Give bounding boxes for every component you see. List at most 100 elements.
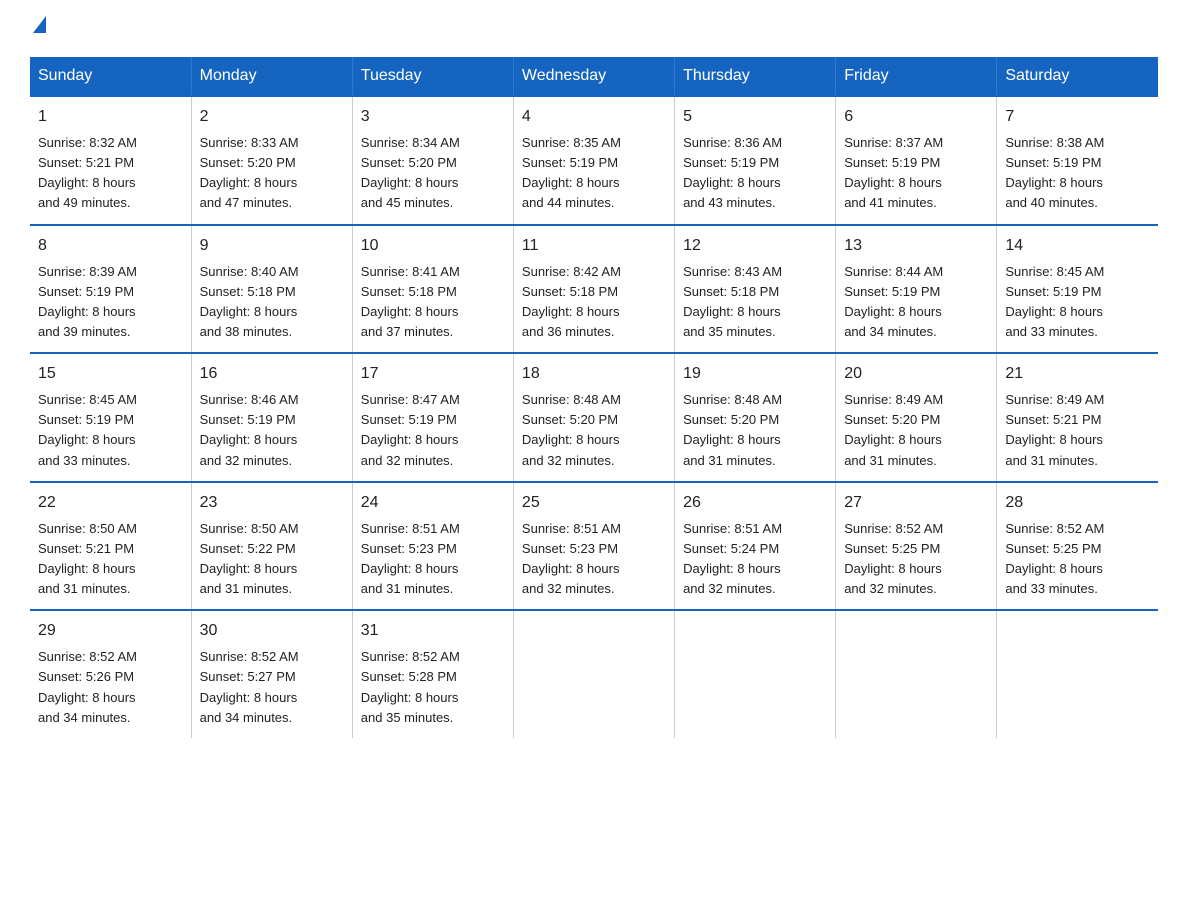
day-info: Sunrise: 8:51 AMSunset: 5:23 PMDaylight:…: [361, 519, 505, 600]
calendar-cell: [997, 610, 1158, 738]
weekday-header-tuesday: Tuesday: [352, 57, 513, 96]
day-number: 19: [683, 362, 827, 386]
calendar-cell: 26 Sunrise: 8:51 AMSunset: 5:24 PMDaylig…: [675, 482, 836, 611]
day-info: Sunrise: 8:52 AMSunset: 5:27 PMDaylight:…: [200, 647, 344, 728]
day-number: 7: [1005, 105, 1150, 129]
page-header: [30, 20, 1158, 37]
day-info: Sunrise: 8:34 AMSunset: 5:20 PMDaylight:…: [361, 133, 505, 214]
day-number: 9: [200, 234, 344, 258]
day-info: Sunrise: 8:37 AMSunset: 5:19 PMDaylight:…: [844, 133, 988, 214]
calendar-cell: [836, 610, 997, 738]
weekday-header-monday: Monday: [191, 57, 352, 96]
calendar-cell: 10 Sunrise: 8:41 AMSunset: 5:18 PMDaylig…: [352, 225, 513, 354]
calendar-week-row: 1 Sunrise: 8:32 AMSunset: 5:21 PMDayligh…: [30, 96, 1158, 225]
day-info: Sunrise: 8:44 AMSunset: 5:19 PMDaylight:…: [844, 262, 988, 343]
day-number: 21: [1005, 362, 1150, 386]
calendar-cell: 9 Sunrise: 8:40 AMSunset: 5:18 PMDayligh…: [191, 225, 352, 354]
logo-triangle-icon: [33, 16, 46, 33]
day-info: Sunrise: 8:47 AMSunset: 5:19 PMDaylight:…: [361, 390, 505, 471]
calendar-table: SundayMondayTuesdayWednesdayThursdayFrid…: [30, 57, 1158, 738]
weekday-header-wednesday: Wednesday: [513, 57, 674, 96]
day-info: Sunrise: 8:51 AMSunset: 5:24 PMDaylight:…: [683, 519, 827, 600]
calendar-cell: 27 Sunrise: 8:52 AMSunset: 5:25 PMDaylig…: [836, 482, 997, 611]
day-number: 24: [361, 491, 505, 515]
day-info: Sunrise: 8:36 AMSunset: 5:19 PMDaylight:…: [683, 133, 827, 214]
calendar-cell: 14 Sunrise: 8:45 AMSunset: 5:19 PMDaylig…: [997, 225, 1158, 354]
day-info: Sunrise: 8:35 AMSunset: 5:19 PMDaylight:…: [522, 133, 666, 214]
day-number: 13: [844, 234, 988, 258]
calendar-week-row: 22 Sunrise: 8:50 AMSunset: 5:21 PMDaylig…: [30, 482, 1158, 611]
logo: [30, 20, 46, 37]
day-info: Sunrise: 8:41 AMSunset: 5:18 PMDaylight:…: [361, 262, 505, 343]
calendar-cell: 22 Sunrise: 8:50 AMSunset: 5:21 PMDaylig…: [30, 482, 191, 611]
day-number: 11: [522, 234, 666, 258]
calendar-cell: 11 Sunrise: 8:42 AMSunset: 5:18 PMDaylig…: [513, 225, 674, 354]
day-number: 8: [38, 234, 183, 258]
day-info: Sunrise: 8:48 AMSunset: 5:20 PMDaylight:…: [683, 390, 827, 471]
day-number: 2: [200, 105, 344, 129]
calendar-cell: 23 Sunrise: 8:50 AMSunset: 5:22 PMDaylig…: [191, 482, 352, 611]
day-info: Sunrise: 8:51 AMSunset: 5:23 PMDaylight:…: [522, 519, 666, 600]
day-number: 26: [683, 491, 827, 515]
day-number: 17: [361, 362, 505, 386]
day-info: Sunrise: 8:46 AMSunset: 5:19 PMDaylight:…: [200, 390, 344, 471]
day-number: 14: [1005, 234, 1150, 258]
calendar-cell: [513, 610, 674, 738]
day-info: Sunrise: 8:43 AMSunset: 5:18 PMDaylight:…: [683, 262, 827, 343]
calendar-cell: 17 Sunrise: 8:47 AMSunset: 5:19 PMDaylig…: [352, 353, 513, 482]
calendar-cell: 20 Sunrise: 8:49 AMSunset: 5:20 PMDaylig…: [836, 353, 997, 482]
day-number: 15: [38, 362, 183, 386]
day-number: 25: [522, 491, 666, 515]
day-number: 10: [361, 234, 505, 258]
calendar-header-row: SundayMondayTuesdayWednesdayThursdayFrid…: [30, 57, 1158, 96]
day-number: 1: [38, 105, 183, 129]
day-number: 12: [683, 234, 827, 258]
calendar-cell: 28 Sunrise: 8:52 AMSunset: 5:25 PMDaylig…: [997, 482, 1158, 611]
calendar-cell: 29 Sunrise: 8:52 AMSunset: 5:26 PMDaylig…: [30, 610, 191, 738]
day-number: 16: [200, 362, 344, 386]
day-info: Sunrise: 8:49 AMSunset: 5:21 PMDaylight:…: [1005, 390, 1150, 471]
day-info: Sunrise: 8:45 AMSunset: 5:19 PMDaylight:…: [38, 390, 183, 471]
calendar-cell: 12 Sunrise: 8:43 AMSunset: 5:18 PMDaylig…: [675, 225, 836, 354]
day-number: 20: [844, 362, 988, 386]
calendar-week-row: 29 Sunrise: 8:52 AMSunset: 5:26 PMDaylig…: [30, 610, 1158, 738]
weekday-header-sunday: Sunday: [30, 57, 191, 96]
day-number: 23: [200, 491, 344, 515]
calendar-cell: 1 Sunrise: 8:32 AMSunset: 5:21 PMDayligh…: [30, 96, 191, 225]
calendar-cell: 18 Sunrise: 8:48 AMSunset: 5:20 PMDaylig…: [513, 353, 674, 482]
calendar-cell: [675, 610, 836, 738]
day-number: 30: [200, 619, 344, 643]
day-info: Sunrise: 8:40 AMSunset: 5:18 PMDaylight:…: [200, 262, 344, 343]
weekday-header-thursday: Thursday: [675, 57, 836, 96]
calendar-cell: 7 Sunrise: 8:38 AMSunset: 5:19 PMDayligh…: [997, 96, 1158, 225]
calendar-cell: 6 Sunrise: 8:37 AMSunset: 5:19 PMDayligh…: [836, 96, 997, 225]
day-info: Sunrise: 8:52 AMSunset: 5:25 PMDaylight:…: [844, 519, 988, 600]
calendar-cell: 15 Sunrise: 8:45 AMSunset: 5:19 PMDaylig…: [30, 353, 191, 482]
day-number: 5: [683, 105, 827, 129]
day-info: Sunrise: 8:39 AMSunset: 5:19 PMDaylight:…: [38, 262, 183, 343]
day-number: 18: [522, 362, 666, 386]
day-number: 31: [361, 619, 505, 643]
day-number: 28: [1005, 491, 1150, 515]
day-number: 29: [38, 619, 183, 643]
weekday-header-saturday: Saturday: [997, 57, 1158, 96]
day-number: 22: [38, 491, 183, 515]
day-info: Sunrise: 8:50 AMSunset: 5:22 PMDaylight:…: [200, 519, 344, 600]
day-info: Sunrise: 8:52 AMSunset: 5:26 PMDaylight:…: [38, 647, 183, 728]
day-number: 6: [844, 105, 988, 129]
day-info: Sunrise: 8:49 AMSunset: 5:20 PMDaylight:…: [844, 390, 988, 471]
calendar-week-row: 8 Sunrise: 8:39 AMSunset: 5:19 PMDayligh…: [30, 225, 1158, 354]
calendar-week-row: 15 Sunrise: 8:45 AMSunset: 5:19 PMDaylig…: [30, 353, 1158, 482]
calendar-cell: 16 Sunrise: 8:46 AMSunset: 5:19 PMDaylig…: [191, 353, 352, 482]
day-info: Sunrise: 8:48 AMSunset: 5:20 PMDaylight:…: [522, 390, 666, 471]
day-info: Sunrise: 8:52 AMSunset: 5:25 PMDaylight:…: [1005, 519, 1150, 600]
calendar-cell: 4 Sunrise: 8:35 AMSunset: 5:19 PMDayligh…: [513, 96, 674, 225]
calendar-cell: 5 Sunrise: 8:36 AMSunset: 5:19 PMDayligh…: [675, 96, 836, 225]
day-info: Sunrise: 8:52 AMSunset: 5:28 PMDaylight:…: [361, 647, 505, 728]
weekday-header-friday: Friday: [836, 57, 997, 96]
day-info: Sunrise: 8:32 AMSunset: 5:21 PMDaylight:…: [38, 133, 183, 214]
calendar-cell: 2 Sunrise: 8:33 AMSunset: 5:20 PMDayligh…: [191, 96, 352, 225]
calendar-cell: 13 Sunrise: 8:44 AMSunset: 5:19 PMDaylig…: [836, 225, 997, 354]
calendar-cell: 24 Sunrise: 8:51 AMSunset: 5:23 PMDaylig…: [352, 482, 513, 611]
calendar-cell: 19 Sunrise: 8:48 AMSunset: 5:20 PMDaylig…: [675, 353, 836, 482]
